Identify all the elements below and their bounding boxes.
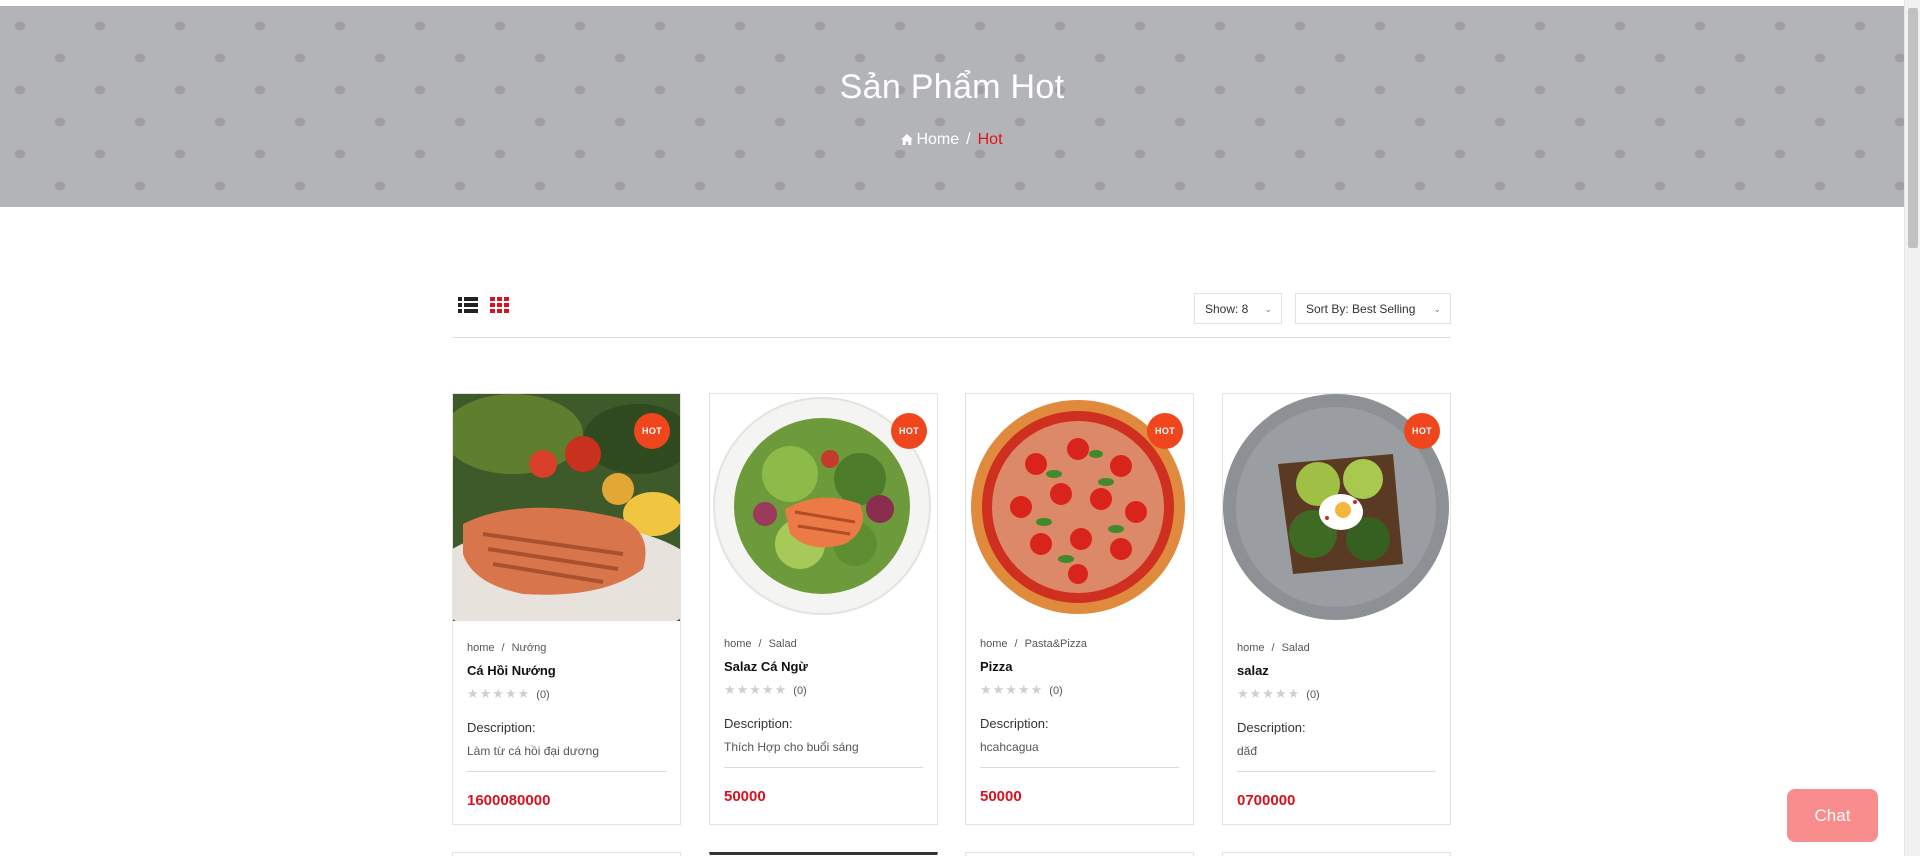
product-info: home / Nướng Cá Hồi Nướng ★★★★★ (0) Descrip… [467,642,666,809]
review-count: (0) [793,685,807,697]
product-breadcrumb: home / Salad [724,638,923,650]
product-rating: ★★★★★ (0) [724,682,923,698]
star-icons: ★★★★★ [980,682,1044,697]
star-icons: ★★★★★ [1237,686,1301,701]
chevron-down-icon: ⌄ [1433,304,1441,314]
product-breadcrumb: home / Salad [1237,642,1436,654]
star-icons: ★★★★★ [724,682,788,697]
product-info: home / Pasta&Pizza Pizza ★★★★★ (0) Descript… [980,638,1179,805]
product-card-next-row[interactable] [1222,852,1451,856]
sort-by-value: Sort By: Best Selling [1306,302,1416,316]
product-card-next-row[interactable] [709,852,938,856]
product-name[interactable]: Cá Hồi Nướng [467,663,666,678]
description-label: Description: [724,716,793,731]
chat-button[interactable]: Chat [1787,789,1878,842]
product-name[interactable]: Salaz Cá Ngừ [724,659,923,674]
product-crumb-home[interactable]: home [724,638,752,650]
page: Sản Phẩm Hot Home / Hot Show: 8 ⌄ Sort B… [0,0,1920,856]
page-banner: Sản Phẩm Hot Home / Hot [0,6,1904,207]
breadcrumb-home-link[interactable]: Home [916,131,959,148]
hot-badge: HOT [634,413,670,449]
product-rating: ★★★★★ (0) [980,682,1179,698]
product-category[interactable]: Salad [1282,642,1310,654]
product-image[interactable]: HOT [1223,394,1450,621]
review-count: (0) [1306,689,1320,701]
product-image[interactable]: HOT [710,394,937,621]
product-name[interactable]: Pizza [980,659,1179,674]
product-crumb-home[interactable]: home [980,638,1008,650]
product-breadcrumb: home / Nướng [467,642,666,654]
hot-badge: HOT [1404,413,1440,449]
description-label: Description: [1237,720,1306,735]
product-description: Thích Hợp cho buổi sáng [724,740,923,768]
hot-badge: HOT [1147,413,1183,449]
product-info: home / Salad salaz ★★★★★ (0) Description: d… [1237,642,1436,809]
sort-by-select[interactable]: Sort By: Best Selling ⌄ [1295,293,1451,324]
product-card[interactable]: HOT home / Salad Salaz Cá Ngừ ★★★★★ (0) Des… [709,393,938,825]
product-category[interactable]: Pasta&Pizza [1025,638,1087,650]
product-crumb-separator: / [1014,638,1018,650]
star-icons: ★★★★★ [467,686,531,701]
product-price: 1600080000 [467,792,551,809]
product-card[interactable]: HOT home / Nướng Cá Hồi Nướng ★★★★★ (0) Des… [452,393,681,825]
product-price: 50000 [724,788,766,805]
product-toolbar: Show: 8 ⌄ Sort By: Best Selling ⌄ [452,290,1451,338]
show-per-page-value: Show: 8 [1205,302,1249,316]
product-card[interactable]: HOT home / Salad salaz ★★★★★ (0) Descriptio… [1222,393,1451,825]
product-price: 0700000 [1237,792,1296,809]
product-name[interactable]: salaz [1237,663,1436,678]
product-description: Làm từ cá hồi đại dương [467,744,666,772]
page-scrollbar[interactable] [1904,0,1920,856]
product-category[interactable]: Nướng [512,642,547,654]
breadcrumb-separator: / [966,131,971,148]
product-crumb-home[interactable]: home [467,642,495,654]
home-icon [901,134,914,145]
product-crumb-separator: / [758,638,762,650]
list-view-icon[interactable] [458,296,478,314]
product-image[interactable]: HOT [966,394,1193,621]
product-card-next-row[interactable] [452,852,681,856]
product-description: dăđ [1237,744,1436,772]
scrollbar-thumb[interactable] [1908,8,1918,248]
product-card-next-row[interactable] [965,852,1194,856]
review-count: (0) [1049,685,1063,697]
product-rating: ★★★★★ (0) [1237,686,1436,702]
hot-badge: HOT [891,413,927,449]
product-category[interactable]: Salad [769,638,797,650]
product-image[interactable]: HOT [453,394,680,621]
product-rating: ★★★★★ (0) [467,686,666,702]
description-label: Description: [980,716,1049,731]
grid-view-icon[interactable] [490,296,510,314]
chevron-down-icon: ⌄ [1264,304,1272,314]
product-crumb-home[interactable]: home [1237,642,1265,654]
product-price: 50000 [980,788,1022,805]
product-card[interactable]: HOT home / Pasta&Pizza Pizza ★★★★★ (0) Desc… [965,393,1194,825]
product-description: hcahcagua [980,740,1179,768]
product-crumb-separator: / [501,642,505,654]
description-label: Description: [467,720,536,735]
breadcrumb-current: Hot [977,131,1003,148]
show-per-page-select[interactable]: Show: 8 ⌄ [1194,293,1282,324]
review-count: (0) [536,689,550,701]
breadcrumb: Home / Hot [0,131,1904,149]
product-breadcrumb: home / Pasta&Pizza [980,638,1179,650]
product-crumb-separator: / [1271,642,1275,654]
product-info: home / Salad Salaz Cá Ngừ ★★★★★ (0) Descrip… [724,638,923,805]
page-title: Sản Phẩm Hot [839,68,1065,106]
